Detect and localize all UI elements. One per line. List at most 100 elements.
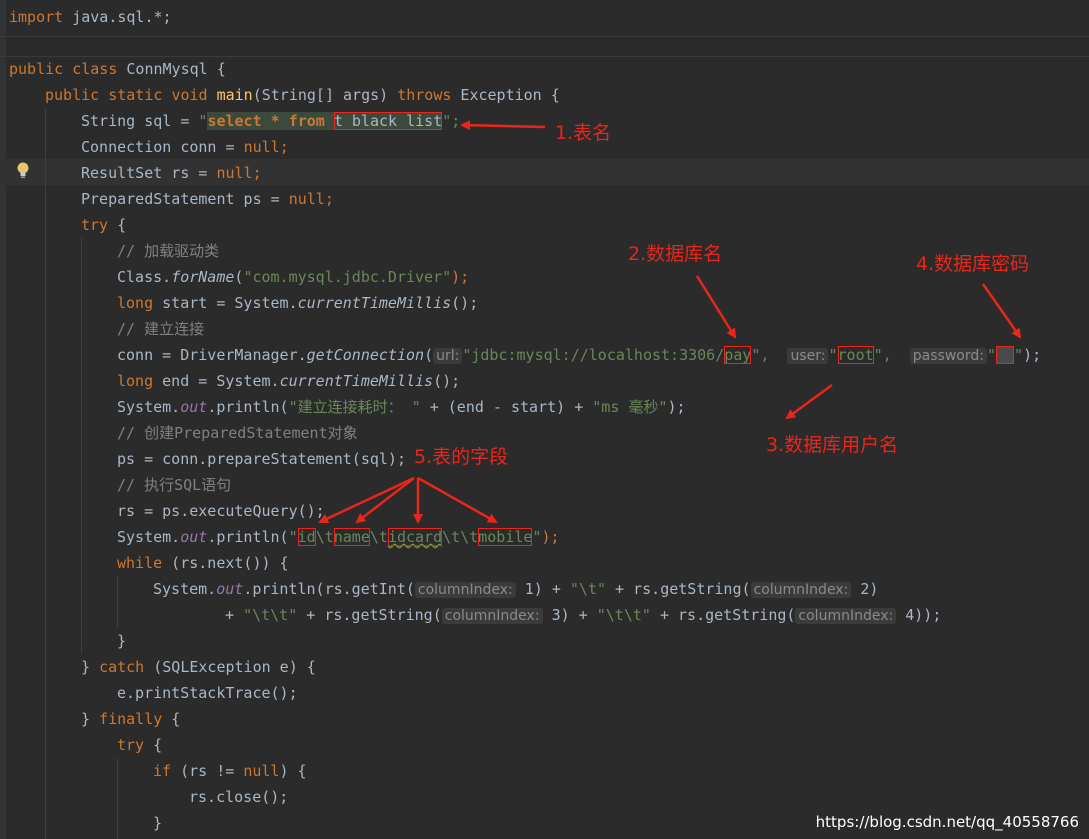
code-text: + (225, 606, 244, 624)
code-line-10: // 加载驱动类 (117, 238, 219, 264)
code-text: 2) (851, 580, 879, 598)
code-line-24: + "\t\t" + rs.getString(columnIndex: 3) … (225, 602, 941, 628)
code-line-30: if (rs != null) { (153, 758, 307, 784)
code-text: + rs.getString( (606, 580, 751, 598)
keyword: void (171, 86, 208, 104)
code-text: Class. (117, 268, 172, 286)
keyword: try (117, 736, 145, 754)
field-idcard-highlight: idcard (387, 528, 443, 546)
indent-guide (117, 758, 118, 839)
code-line-19: // 执行SQL语句 (117, 472, 231, 498)
code-text: { (162, 710, 181, 728)
code-text: ; (324, 190, 334, 208)
code-line-11: Class.forName("com.mysql.jdbc.Driver"); (117, 264, 469, 290)
code-line-17: // 创建PreparedStatement对象 (117, 420, 358, 446)
code-text: + (end - start) + (420, 398, 593, 416)
arrow-to-table-name (460, 120, 546, 131)
code-line-23: System.out.println(rs.getInt(columnIndex… (153, 576, 878, 602)
code-text: 3) + (542, 606, 597, 624)
string: \t (315, 528, 334, 546)
string: " (1014, 346, 1024, 364)
arrow-to-username (785, 383, 833, 420)
code-line-5: String sql = "select * from t_black_list… (81, 108, 460, 134)
param-hint: user: (787, 348, 829, 364)
code-line-20: rs = ps.executeQuery(); (117, 498, 325, 524)
annotation-database-password: 4.数据库密码 (916, 253, 1030, 275)
code-text: System. (153, 580, 217, 598)
code-text: Connection conn = (81, 138, 244, 156)
string: "com.mysql.jdbc.Driver" (243, 268, 452, 286)
arrow-to-field-name (355, 477, 415, 524)
param-hint: password: (909, 348, 987, 364)
keyword: class (72, 60, 118, 78)
code-line-6: Connection conn = null; (81, 134, 289, 160)
method-name: getConnection (306, 346, 425, 364)
param-hint: columnIndex: (441, 608, 543, 624)
code-text: .println( (207, 528, 289, 546)
code-line-3: public class ConnMysql { (9, 56, 226, 82)
code-line-21: System.out.println("id\tname\tidcard\t\t… (117, 524, 560, 550)
password-highlight (995, 346, 1015, 364)
field-id-highlight: id (297, 528, 316, 546)
annotation-database-user: 3.数据库用户名 (766, 434, 899, 456)
keyword: while (117, 554, 163, 572)
username-highlight: root (837, 346, 874, 364)
code-text: conn = DriverManager. (117, 346, 307, 364)
code-text: 1) + (515, 580, 570, 598)
keyword: catch (99, 658, 145, 676)
keyword: if (153, 762, 172, 780)
keyword: throws (397, 86, 452, 104)
string: \t\t (442, 528, 479, 546)
static-field: out (216, 580, 244, 598)
string: "ms 毫秒" (592, 398, 668, 416)
code-text: (rs != (171, 762, 244, 780)
keyword: public (45, 86, 100, 104)
string: "jdbc:mysql://localhost:3306/ (462, 346, 725, 364)
code-text: } (81, 658, 100, 676)
code-text: + rs.getString( (297, 606, 442, 624)
code-text: (SQLException e) { (144, 658, 316, 676)
string: " (986, 346, 996, 364)
indent-guide (45, 108, 46, 839)
keyword: static (108, 86, 163, 104)
code-text: ResultSet rs = (81, 164, 217, 182)
code-text: (String[] args) (252, 86, 398, 104)
method-name: main (216, 86, 253, 104)
keyword: null (243, 762, 280, 780)
code-text: Exception { (451, 86, 560, 104)
code-text: rs.close(); (189, 788, 289, 806)
arrow-to-password (981, 283, 1022, 339)
code-text: (rs.next()) { (162, 554, 289, 572)
code-line-31: rs.close(); (189, 784, 288, 810)
code-text: PreparedStatement ps = (81, 190, 289, 208)
annotation-database-name: 2.数据库名 (628, 243, 723, 265)
string: " (288, 528, 298, 546)
method-name: currentTimeMillis (297, 294, 452, 312)
code-text (324, 112, 334, 130)
code-text: { (108, 216, 127, 234)
static-field: out (180, 528, 208, 546)
field-name-highlight: name (333, 528, 370, 546)
keyword: try (81, 216, 109, 234)
code-text: System. (117, 398, 181, 416)
indent-guide (117, 576, 118, 628)
code-text: start = System. (153, 294, 298, 312)
code-text: ps = conn.prepareStatement(sql); (117, 450, 406, 468)
string: ", (873, 346, 892, 364)
code-line-7: ResultSet rs = null; (81, 160, 262, 186)
string: ", (751, 346, 770, 364)
code-text: (); (433, 372, 461, 390)
code-line-22: while (rs.next()) { (117, 550, 289, 576)
code-text: (); (451, 294, 479, 312)
code-line-12: long start = System.currentTimeMillis(); (117, 290, 478, 316)
keyword: public (9, 60, 64, 78)
indent-guide (81, 238, 82, 654)
code-line-18: ps = conn.prepareStatement(sql); (117, 446, 406, 472)
code-line-27: e.printStackTrace(); (117, 680, 298, 706)
intention-bulb-icon[interactable] (15, 161, 31, 179)
string: "\t\t" (596, 606, 651, 624)
string: "; (442, 112, 461, 130)
code-line-13: // 建立连接 (117, 316, 204, 342)
